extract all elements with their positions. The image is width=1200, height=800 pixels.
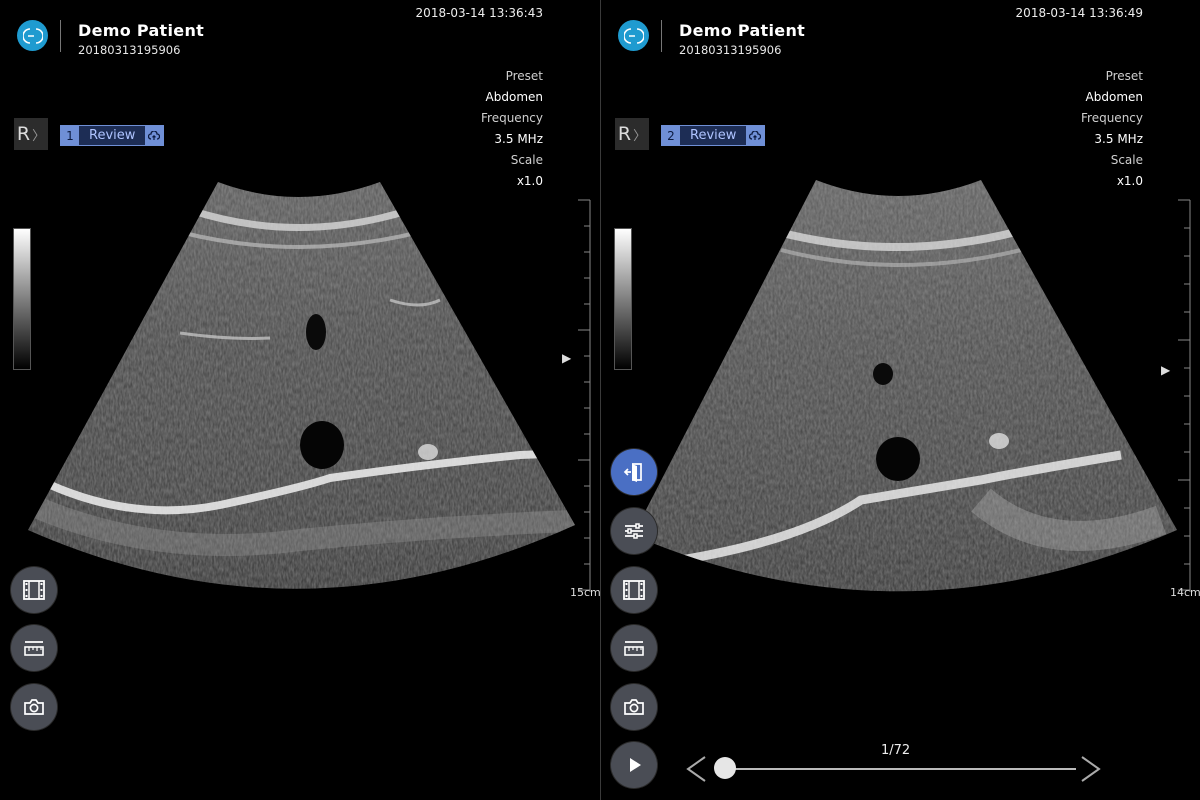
scale-value: x1.0	[1116, 174, 1143, 188]
review-index: 1	[61, 126, 79, 145]
cine-clip-button[interactable]	[611, 567, 657, 613]
scale-label: Scale	[510, 153, 543, 167]
previous-frame-icon[interactable]	[683, 754, 709, 784]
capture-datetime: 2018-03-14 13:36:49	[1015, 6, 1143, 20]
frequency-value: 3.5 MHz	[1094, 132, 1143, 146]
scale-value: x1.0	[516, 174, 543, 188]
cloud-upload-icon	[746, 126, 765, 145]
review-tag[interactable]: 2 Review	[661, 125, 766, 146]
depth-label: 15cm	[570, 586, 600, 599]
adjust-settings-button[interactable]	[611, 508, 657, 554]
app-logo-icon	[618, 20, 649, 51]
patient-name: Demo Patient	[679, 21, 806, 40]
chevron-right-icon: 〉	[633, 128, 647, 144]
exit-review-button[interactable]	[611, 449, 657, 495]
snapshot-button[interactable]	[611, 684, 657, 730]
frame-slider-track[interactable]	[716, 768, 1076, 770]
frequency-label: Frequency	[481, 111, 543, 125]
grayscale-bar	[13, 228, 31, 370]
frequency-label: Frequency	[1081, 111, 1143, 125]
measure-button[interactable]	[611, 625, 657, 671]
header-separator	[661, 20, 662, 52]
orientation-label: R	[617, 123, 632, 145]
frame-counter: 1/72	[881, 743, 911, 758]
depth-label: 14cm	[1170, 586, 1200, 599]
review-label: Review	[79, 126, 146, 145]
orientation-button[interactable]: R 〉	[14, 118, 48, 150]
play-icon	[630, 758, 641, 772]
measure-button[interactable]	[11, 625, 57, 671]
preset-value: Abdomen	[485, 90, 543, 104]
left-image-panel[interactable]: Demo Patient 20180313195906 2018-03-14 1…	[0, 0, 600, 800]
ruler-icon	[24, 641, 44, 656]
chevron-right-icon: 〉	[32, 128, 46, 144]
depth-ruler	[578, 199, 591, 592]
grayscale-bar	[614, 228, 632, 370]
play-button[interactable]	[611, 742, 657, 788]
focus-marker-icon: ▶	[562, 351, 572, 365]
scan-parameters: Preset Abdomen Frequency 3.5 MHz Scale x…	[481, 66, 543, 192]
camera-icon	[24, 699, 44, 715]
next-frame-icon[interactable]	[1078, 754, 1104, 784]
review-label: Review	[680, 126, 747, 145]
exit-door-icon	[623, 463, 642, 482]
capture-datetime: 2018-03-14 13:36:43	[415, 6, 543, 20]
frame-slider-handle[interactable]	[714, 757, 736, 779]
camera-icon	[624, 699, 644, 715]
film-icon	[623, 580, 645, 600]
header-separator	[60, 20, 61, 52]
frequency-value: 3.5 MHz	[494, 132, 543, 146]
patient-id: 20180313195906	[679, 43, 782, 57]
orientation-button[interactable]: R 〉	[615, 118, 649, 150]
patient-id: 20180313195906	[78, 43, 181, 57]
review-index: 2	[662, 126, 680, 145]
preset-value: Abdomen	[1085, 90, 1143, 104]
cine-clip-button[interactable]	[11, 567, 57, 613]
preset-label: Preset	[1105, 69, 1143, 83]
orientation-label: R	[16, 123, 31, 145]
film-icon	[23, 580, 45, 600]
sliders-icon	[625, 523, 643, 539]
review-tag[interactable]: 1 Review	[60, 125, 165, 146]
focus-marker-icon: ▶	[1161, 363, 1171, 377]
right-image-panel[interactable]: Demo Patient 20180313195906 2018-03-14 1…	[601, 0, 1200, 800]
scale-label: Scale	[1110, 153, 1143, 167]
app-logo-icon	[17, 20, 48, 51]
patient-name: Demo Patient	[78, 21, 205, 40]
scan-parameters: Preset Abdomen Frequency 3.5 MHz Scale x…	[1081, 66, 1143, 192]
cloud-upload-icon	[145, 126, 164, 145]
depth-ruler	[1178, 199, 1191, 592]
snapshot-button[interactable]	[11, 684, 57, 730]
ruler-icon	[624, 641, 644, 656]
preset-label: Preset	[505, 69, 543, 83]
